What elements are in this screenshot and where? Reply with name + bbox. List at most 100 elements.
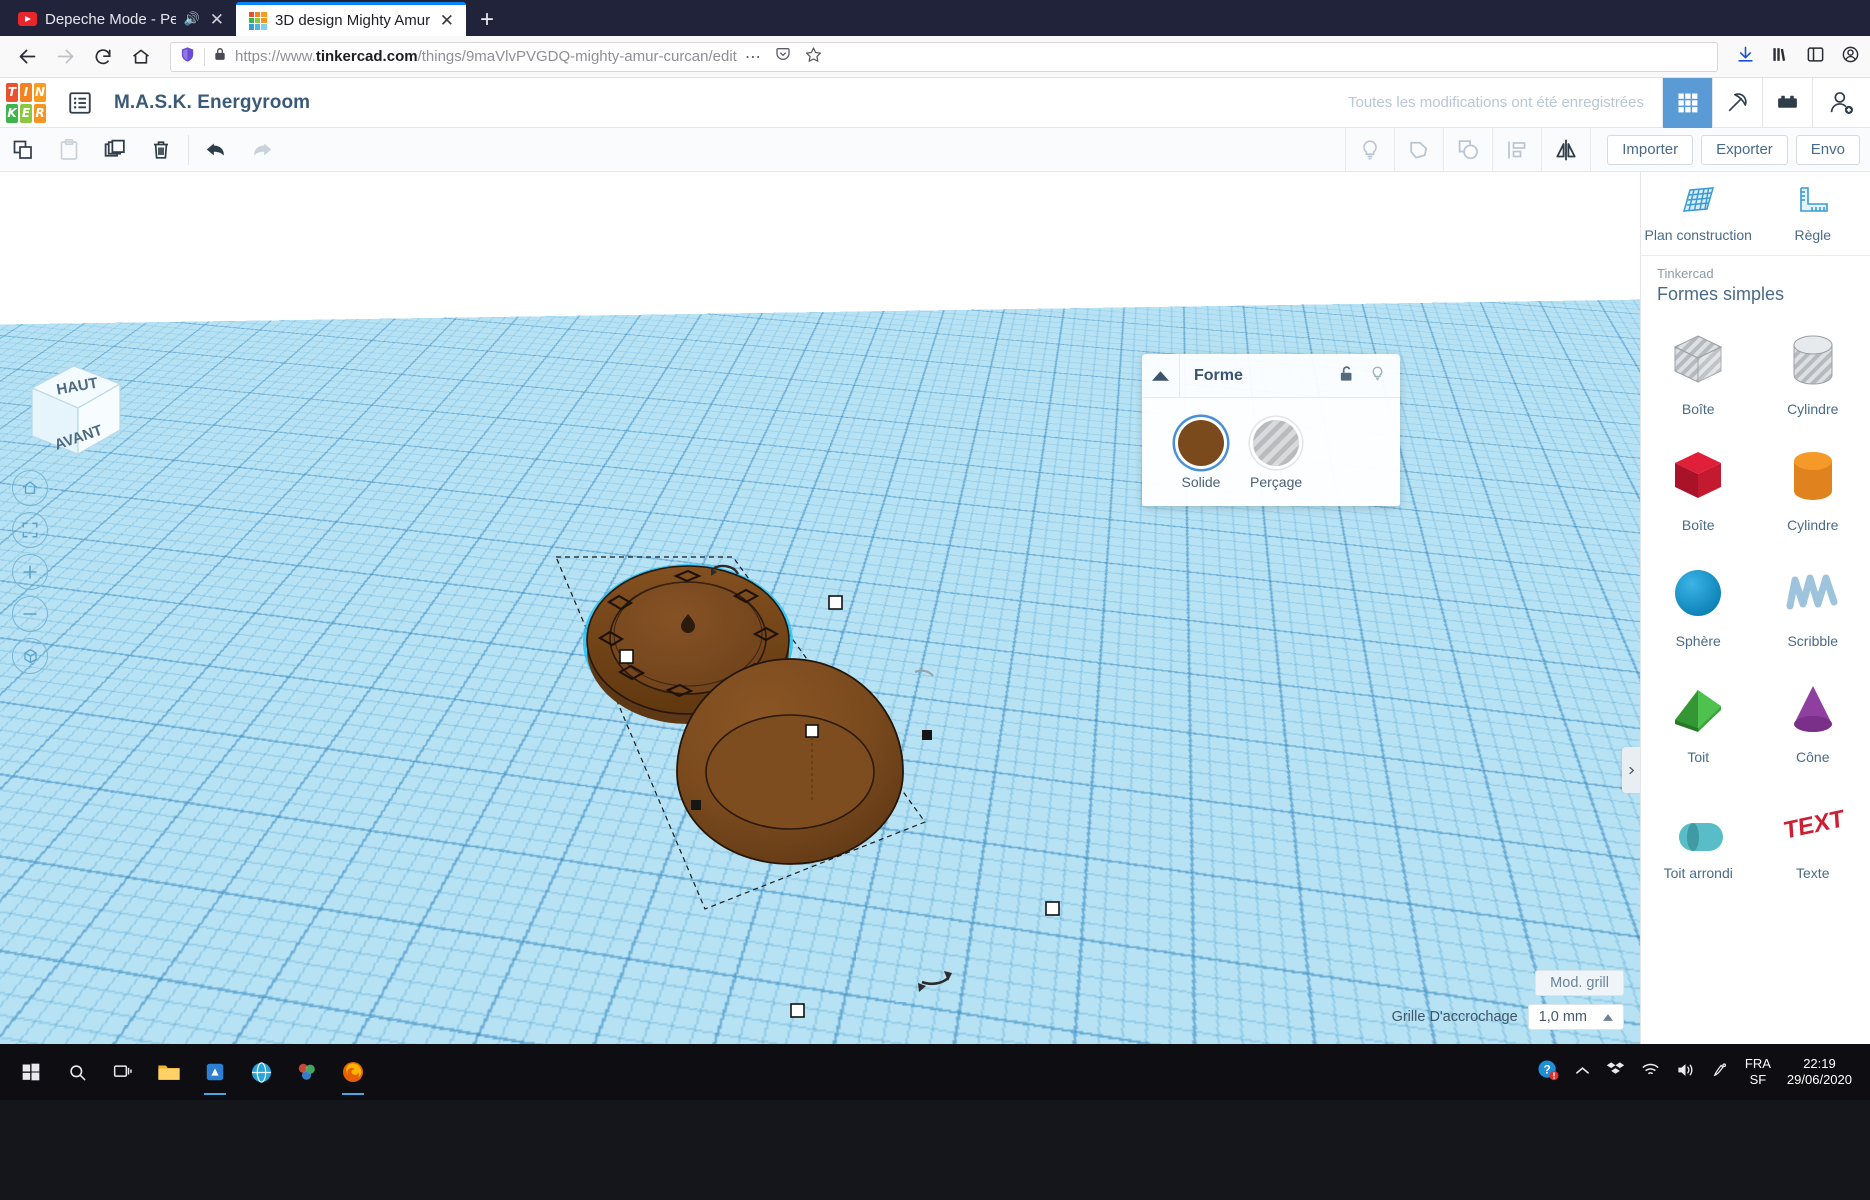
copy-button[interactable] <box>0 128 46 172</box>
shape-item-box-hole[interactable]: Boîte <box>1641 311 1756 427</box>
send-button[interactable]: Envo <box>1795 134 1860 165</box>
save-to-pocket-icon[interactable] <box>775 46 791 67</box>
account-icon[interactable] <box>1841 45 1860 69</box>
rotate-handle <box>921 977 949 986</box>
address-bar[interactable]: https://www.tinkercad.com/things/9maVlvP… <box>170 41 1718 72</box>
pen-icon[interactable] <box>1711 1061 1729 1084</box>
workplane-icon <box>1681 186 1715 219</box>
windows-icon <box>22 1063 40 1081</box>
browser-tab-tinkercad[interactable]: 3D design Mighty Amur-Curcan ✕ <box>236 2 466 36</box>
store-button[interactable] <box>192 1047 238 1097</box>
ortho-perspective-button[interactable] <box>12 638 48 674</box>
shape-item-round-roof[interactable]: Toit arrondi <box>1641 775 1756 891</box>
file-explorer-button[interactable] <box>146 1047 192 1097</box>
group-button[interactable] <box>1394 127 1443 172</box>
photos-button[interactable] <box>284 1047 330 1097</box>
page-actions-icon[interactable]: ⋯ <box>745 47 761 67</box>
clock[interactable]: 22:19 29/06/2020 <box>1787 1056 1852 1089</box>
task-view-button[interactable] <box>100 1047 146 1097</box>
volume-icon[interactable] <box>1676 1061 1695 1084</box>
shape-item-cylinder-hole[interactable]: Cylindre <box>1756 311 1870 427</box>
downloads-icon[interactable] <box>1736 45 1755 69</box>
delete-button[interactable] <box>138 128 184 172</box>
panel-expander-button[interactable] <box>1622 747 1640 793</box>
back-button[interactable] <box>10 40 44 74</box>
unlock-icon[interactable] <box>1338 364 1355 388</box>
browser-button[interactable] <box>238 1047 284 1097</box>
reload-button[interactable] <box>86 40 120 74</box>
shape-item-cone[interactable]: Cône <box>1756 659 1870 775</box>
undo-button[interactable] <box>193 128 239 172</box>
page-title[interactable]: M.A.S.K. Energyroom <box>114 92 310 114</box>
shape-item-cylinder[interactable]: Cylindre <box>1756 427 1870 543</box>
3d-canvas[interactable]: HAUT AVANT Mod. grill Grille D'accrochag… <box>0 172 1640 1044</box>
shape-option-hole[interactable]: Perçage <box>1250 420 1302 490</box>
minecraft-pickaxe-icon[interactable] <box>1712 77 1762 128</box>
dropbox-icon[interactable] <box>1606 1060 1625 1084</box>
add-user-icon[interactable] <box>1812 77 1870 128</box>
ruler-tool[interactable]: Règle <box>1756 172 1870 255</box>
mute-icon[interactable]: 🔊 <box>184 11 200 27</box>
mirror-button[interactable] <box>1541 127 1590 172</box>
lightbulb-icon[interactable] <box>1369 364 1386 388</box>
export-button[interactable]: Exporter <box>1701 134 1788 165</box>
workplane-tool[interactable]: Plan construction <box>1641 172 1756 255</box>
shape-item-text[interactable]: TEXT Texte <box>1756 775 1870 891</box>
box-hole-icon <box>1667 327 1729 395</box>
scribble-icon <box>1782 559 1844 627</box>
align-button[interactable] <box>1492 127 1541 172</box>
zoom-out-button[interactable] <box>12 596 48 632</box>
shield-icon[interactable] <box>179 46 196 68</box>
help-alert-icon[interactable]: ? <box>1537 1059 1559 1086</box>
project-list-icon[interactable] <box>60 86 100 120</box>
edit-grid-button[interactable]: Mod. grill <box>1535 970 1624 996</box>
start-button[interactable] <box>8 1047 54 1097</box>
category-name: Formes simples <box>1657 284 1785 304</box>
snap-grid-select[interactable]: 1,0 mm <box>1527 1004 1624 1030</box>
duplicate-button[interactable] <box>92 128 138 172</box>
ungroup-button[interactable] <box>1443 127 1492 172</box>
sidebar-toggle-icon[interactable] <box>1806 45 1825 69</box>
view-cube[interactable]: HAUT AVANT <box>16 354 134 464</box>
close-icon[interactable]: ✕ <box>208 11 226 28</box>
close-icon[interactable]: ✕ <box>438 12 456 29</box>
firefox-button[interactable] <box>330 1047 376 1097</box>
shape-label: Cylindre <box>1787 401 1839 417</box>
library-icon[interactable] <box>1771 45 1790 69</box>
bookmark-star-icon[interactable] <box>805 46 822 68</box>
shape-option-solid[interactable]: Solide <box>1178 420 1224 490</box>
fit-view-button[interactable] <box>12 512 48 548</box>
forward-button[interactable] <box>48 40 82 74</box>
new-tab-button[interactable]: + <box>466 8 508 36</box>
show-hidden-icons-chevron[interactable] <box>1575 1063 1590 1081</box>
hint-lightbulb-button[interactable] <box>1345 127 1394 172</box>
shape-option-label: Solide <box>1181 474 1221 490</box>
solid-swatch[interactable] <box>1178 420 1224 466</box>
shape-category-selector[interactable]: Tinkercad Formes simples <box>1641 256 1870 311</box>
language-indicator[interactable]: FRA SF <box>1745 1056 1771 1089</box>
shape-item-box[interactable]: Boîte <box>1641 427 1756 543</box>
desktop-background <box>0 1100 1870 1200</box>
hole-swatch[interactable] <box>1253 420 1300 466</box>
home-button[interactable] <box>124 40 158 74</box>
shape-item-sphere[interactable]: Sphère <box>1641 543 1756 659</box>
browser-tab-youtube[interactable]: Depeche Mode - Personal Je 🔊 ✕ <box>6 2 236 36</box>
shape-panel[interactable]: Forme Solide Perçage <box>1142 353 1400 506</box>
search-button[interactable] <box>54 1047 100 1097</box>
shape-item-scribble[interactable]: Scribble <box>1756 543 1870 659</box>
codeblocks-brick-icon[interactable] <box>1762 77 1812 128</box>
import-button[interactable]: Importer <box>1607 134 1694 165</box>
shapes-grid: Boîte Cylindre Boîte Cylindre Sphère Scr… <box>1641 311 1870 1044</box>
scale-handle-corner <box>790 1003 805 1018</box>
shape-label: Cylindre <box>1787 517 1839 533</box>
shape-item-roof[interactable]: Toit <box>1641 659 1756 775</box>
scene-objects[interactable] <box>0 172 1640 1044</box>
tinkercad-logo-icon[interactable]: T I N K E R <box>0 78 52 128</box>
collapse-panel-button[interactable] <box>1142 353 1180 398</box>
svg-text:TEXT: TEXT <box>1783 805 1844 845</box>
chevron-up-icon <box>1603 1013 1613 1021</box>
wifi-icon[interactable] <box>1641 1061 1660 1083</box>
home-view-button[interactable] <box>12 470 48 506</box>
designs-grid-icon[interactable] <box>1662 77 1712 128</box>
zoom-in-button[interactable] <box>12 554 48 590</box>
